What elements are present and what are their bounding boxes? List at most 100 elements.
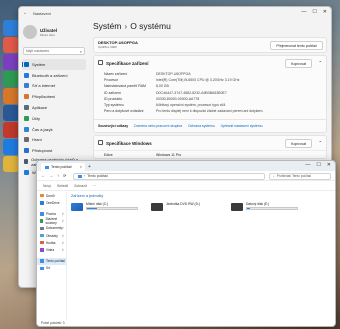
sidebar-item[interactable]: Aplikace (19, 102, 89, 113)
explorer-search-input[interactable]: ⌕ Prohledat: Tento počítač (269, 172, 331, 180)
explorer-sidebar-label: Obrázky (46, 233, 58, 238)
desktop-shortcut-icon[interactable] (3, 139, 19, 155)
drive-usage-bar (246, 207, 298, 210)
new-button[interactable]: Nový (43, 184, 51, 188)
sidebar-item[interactable]: Přístupnost (19, 145, 89, 156)
user-profile[interactable]: Uživatel Místní účet (19, 19, 89, 45)
desktop-shortcut-icon[interactable] (3, 156, 19, 172)
download-icon (40, 219, 44, 223)
close-icon[interactable]: ✕ (327, 162, 331, 168)
forward-arrow-icon[interactable]: → (49, 173, 53, 178)
sidebar-item[interactable]: Síť a internet (19, 81, 89, 92)
desktop-shortcut-icon[interactable] (3, 71, 19, 87)
sort-button[interactable]: Seřadit (57, 184, 68, 188)
minimize-icon[interactable]: — (305, 162, 310, 168)
minimize-icon[interactable]: — (301, 9, 306, 15)
link-advanced-settings[interactable]: Upřesnit nastavení systému (221, 124, 263, 128)
pictures-icon (40, 233, 44, 238)
close-tab-icon[interactable]: × (80, 164, 82, 169)
drive-item[interactable]: Datový disk (E:) (231, 202, 301, 211)
tab-this-pc[interactable]: Tento počítač × (41, 163, 85, 171)
sidebar-item[interactable]: Bluetooth a zařízení (19, 70, 89, 81)
related-links-label: Související odkazy (98, 124, 129, 129)
address-bar[interactable]: › Tento počítač (73, 172, 265, 180)
drive-name: Datový disk (E:) (246, 202, 270, 206)
explorer-sidebar-item[interactable]: Stažené soubory ⚲ (37, 217, 66, 225)
device-specs-header[interactable]: Specifikace zařízení Kopírovat ⌃ (94, 56, 326, 70)
desktop-shortcut-icon[interactable] (3, 105, 19, 121)
desktop-shortcut-icon[interactable] (3, 20, 19, 36)
settings-search-input[interactable]: Najít nastavení ⌕ (23, 47, 85, 55)
desktop-icon (40, 212, 44, 216)
refresh-icon[interactable]: ⟳ (63, 173, 66, 178)
back-arrow-icon[interactable]: ← (41, 173, 45, 178)
user-name: Uživatel (40, 27, 58, 33)
explorer-sidebar-label: Videa (46, 247, 55, 252)
desktop-shortcut-icon[interactable] (3, 37, 19, 53)
tab-label: Tento počítač (51, 165, 72, 169)
apps-icon (24, 105, 29, 111)
spec-value: Pro tento displej není k dispozici žádné… (156, 109, 264, 114)
copy-device-specs-button[interactable]: Kopírovat (285, 59, 312, 68)
windows-specs-header[interactable]: Specifikace Windows Kopírovat ⌃ (94, 136, 326, 150)
close-icon[interactable]: ✕ (323, 9, 327, 15)
explorer-sidebar-item[interactable]: Domů (37, 192, 66, 199)
bluetooth-icon (24, 72, 29, 78)
windows-specs-card: Specifikace Windows Kopírovat ⌃ Edice Wi… (93, 135, 327, 160)
up-arrow-icon[interactable]: ↑ (57, 173, 59, 178)
gamepad-icon (24, 137, 29, 143)
desktop-shortcut-icon[interactable] (3, 54, 19, 70)
sidebar-item[interactable]: Účty (19, 113, 89, 124)
sidebar-item[interactable]: Přizpůsobení (19, 91, 89, 102)
address-text: Tento počítač (87, 174, 108, 178)
globe-icon (24, 126, 29, 132)
device-specs-card: Specifikace zařízení Kopírovat ⌃ Název z… (93, 55, 327, 134)
chevron-up-icon[interactable]: ⌃ (319, 60, 322, 65)
explorer-sidebar-item[interactable]: OneDrive (37, 199, 66, 206)
drive-item[interactable]: Místní disk (C:) (71, 202, 141, 211)
chevron-up-icon[interactable]: ⌃ (319, 140, 322, 145)
shield-icon (24, 159, 29, 165)
spec-key: Pero a dotykové ovládání (104, 109, 144, 114)
sidebar-item[interactable]: Čas a jazyk (19, 124, 89, 135)
explorer-sidebar-label: Plocha (46, 211, 56, 216)
drive-icon (231, 203, 243, 211)
pin-icon: ⚲ (61, 233, 64, 238)
sidebar-item-label: Čas a jazyk (32, 126, 53, 132)
sidebar-item[interactable]: Hraní (19, 135, 89, 146)
breadcrumb-separator: › (124, 21, 128, 31)
explorer-sidebar-item[interactable]: Videa ⚲ (37, 246, 66, 253)
drives-group-header[interactable]: Zařízení a jednotky (71, 194, 331, 198)
explorer-search-placeholder: Prohledat: Tento počítač (276, 174, 312, 178)
breadcrumb-parent[interactable]: Systém (93, 21, 121, 31)
more-button[interactable]: ··· (93, 184, 97, 188)
new-tab-icon[interactable]: + (88, 164, 91, 170)
rename-pc-button[interactable]: Přejmenovat tento počítač (270, 41, 323, 50)
home-icon (40, 193, 44, 198)
desktop-shortcut-icon[interactable] (3, 88, 19, 104)
explorer-sidebar-item[interactable]: Dokumenty ⚲ (37, 225, 66, 232)
pin-icon: ⚲ (61, 240, 64, 245)
back-arrow-icon[interactable]: ← (23, 10, 28, 16)
explorer-sidebar-item[interactable]: Síť (37, 265, 66, 272)
link-domain-workgroup[interactable]: Doména nebo pracovní skupina (134, 124, 182, 128)
file-explorer-window: Tento počítač × + — ☐ ✕ ← → ↑ ⟳ › Tento … (36, 160, 336, 327)
drive-item[interactable]: Jednotka DVD RW (D:) (151, 202, 221, 211)
desktop-shortcut-icon[interactable] (3, 122, 19, 138)
accessibility-icon (24, 148, 29, 154)
computer-icon (40, 259, 44, 263)
sidebar-item[interactable]: Systém (22, 59, 86, 70)
explorer-sidebar-label: Domů (46, 193, 55, 198)
network-icon (40, 266, 44, 271)
drive-usage-fill (247, 208, 250, 209)
explorer-sidebar-item[interactable]: Tento počítač (37, 257, 66, 265)
explorer-tabbar: Tento počítač × + — ☐ ✕ (37, 161, 335, 171)
maximize-icon[interactable]: ☐ (316, 162, 320, 168)
copy-windows-specs-button[interactable]: Kopírovat (285, 139, 312, 149)
maximize-icon[interactable]: ☐ (312, 9, 316, 15)
link-system-protection[interactable]: Ochrana systému (188, 124, 215, 128)
sidebar-item-label: Přístupnost (32, 148, 53, 154)
explorer-sidebar-item[interactable]: Obrázky ⚲ (37, 232, 66, 239)
explorer-sidebar-item[interactable]: Hudba ⚲ (37, 239, 66, 246)
view-button[interactable]: Zobrazit (74, 184, 87, 188)
